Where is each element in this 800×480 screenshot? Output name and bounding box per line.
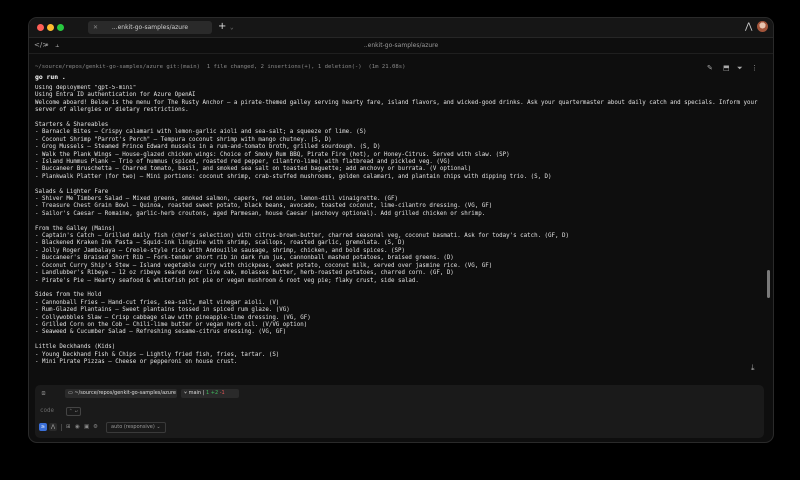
output-line: - Rum-Glazed Plantains — Sweet plantains… [35,307,290,314]
output-line: - Young Deckhand Fish & Chips — Lightly … [35,351,280,358]
new-tab-icon[interactable]: + [218,20,226,34]
divider [61,424,62,431]
output-line: - Buccaneer Bruschetta — Charred tomato,… [35,166,472,173]
terminal-mode-button[interactable]: ≥ [39,423,47,431]
diff-added-count: 1 +2 [205,390,219,396]
command-input-placeholder[interactable]: code [40,407,54,415]
git-branch-chip[interactable]: ⑂ main | 1 +2 -1 [181,389,239,398]
output-line: - Pirate's Pie — Hearty seafood & whitef… [35,277,419,284]
command-input-box[interactable]: ⊡ ▭ ~/source/repos/genkit-go-samples/azu… [35,385,764,438]
pin-icon[interactable]: ✎ [707,64,713,73]
directory-chip[interactable]: ▭ ~/source/repos/genkit-go-samples/azure [65,389,177,398]
output-line: - Blackened Kraken Ink Pasta — Squid-ink… [35,240,405,247]
tab-title: ...enkit-go-samples/azure [111,24,189,31]
block-header: ~/source/repos/genkit-go-samples/azure g… [35,64,406,70]
tab-menu-icon[interactable]: ⌄ [230,21,234,34]
bookmark-icon[interactable]: ⬒ [723,64,730,73]
block-command: go run . [35,73,66,81]
output-line: Using deployment "gpt-5-mini" [35,85,137,91]
output-line: - Landlubber's Ribeye — 12 oz ribeye sea… [35,270,454,277]
folder-icon: ▭ [68,390,73,396]
output-line: - Walk the Plank Wings — House-glazed ch… [35,151,510,158]
output-line: Salads & Lighter Fare [35,188,109,195]
output-line: - Treasure Chest Grain Bowl — Quinoa, ro… [35,203,493,210]
git-branch-name: main [188,390,202,396]
output-line: Starters & Shareables [35,122,109,129]
diff-separator: | [202,390,205,396]
title-bar: ✕ ...enkit-go-samples/azure + ⌄ ⋀ [29,18,773,38]
output-line: - Captain's Catch — Grilled daily fish (… [35,233,569,240]
output-line: - Mini Pirate Pizzas — Cheese or peppero… [35,358,238,365]
keyboard-hint: ⌃ ↵ [66,407,81,416]
git-branch-icon: ⑂ [184,390,188,396]
terminal-window: ✕ ...enkit-go-samples/azure + ⌄ ⋀ </> ⌕ … [28,17,774,443]
scroll-to-bottom-icon[interactable]: ⤓ [751,363,755,373]
output-line: Sides from the Hold [35,292,102,299]
output-line: - Coconut Curry Ship's Stew — Island veg… [35,262,493,269]
output-line: - Shiver Me Timbers Salad — Mixed greens… [35,196,398,203]
output-line: Using Entra ID authentication for Azure … [35,92,196,99]
output-line: - Sailor's Caesar — Romaine, garlic-herb… [35,210,486,217]
scrollbar-thumb[interactable] [767,270,770,298]
output-line: From the Galley (Mains) [35,225,116,232]
image-icon[interactable]: ▣ [84,423,89,431]
output-line: - Buccaneer's Braised Short Rib — Fork-t… [35,255,454,262]
model-select[interactable]: auto (responsive) ⌄ [106,422,166,433]
command-output: Using deployment "gpt-5-mini" Using Entra… [35,85,763,382]
output-line: Little Deckhands (Kids) [35,344,116,351]
agent-mode-button[interactable]: ⋀ [49,423,57,431]
mic-icon[interactable]: ◉ [75,423,80,431]
app-logo-icon[interactable]: ⋀ [745,21,752,34]
path-bar: </> ⌕ ⫠ ..enkit-go-samples/azure [29,38,773,54]
settings-icon[interactable]: ⚙ [93,423,98,431]
output-line: - Barnacle Bites — Crispy calamari with … [35,129,367,136]
tab-active[interactable]: ✕ ...enkit-go-samples/azure [88,21,212,34]
directory-chip-label: ~/source/repos/genkit-go-samples/azure [74,390,176,396]
filter-icon[interactable]: ⏷ [737,64,743,73]
output-line: - Coconut Shrimp "Parrot's Perch" — Temp… [35,136,332,143]
output-line: Welcome aboard! Below is the menu for Th… [35,99,761,114]
more-icon[interactable]: ⋮ [751,64,758,73]
output-line: - Seaweed & Cucumber Salad — Refreshing … [35,329,287,336]
close-window-button[interactable] [37,24,44,31]
attach-icon[interactable]: ⊞ [66,423,71,431]
chat-icon[interactable]: ⊡ [39,389,48,398]
chevron-down-icon: ⌄ [156,424,161,430]
output-line: - Cannonball Fries — Hand-cut fries, sea… [35,299,280,306]
output-line: - Collywobbles Slaw — Crisp cabbage slaw… [35,314,311,321]
output-line: - Grilled Corn on the Cob — Chili-lime b… [35,321,308,328]
output-line: - Plankwalk Platter (for two) — Mini por… [35,173,552,180]
model-select-label: auto (responsive) [111,424,155,430]
diff-removed-count: -1 [219,390,225,396]
path-title: ..enkit-go-samples/azure [363,42,439,49]
output-line: - Jolly Roger Jambalaya — Creole-style r… [35,247,405,254]
avatar[interactable] [757,21,768,32]
minimize-window-button[interactable] [47,24,54,31]
maximize-window-button[interactable] [57,24,64,31]
tab-close-icon[interactable]: ✕ [93,21,98,34]
output-line: - Island Hummus Plank — Trio of hummus (… [35,159,451,166]
output-line: - Grog Mussels — Steamed Prince Edward m… [35,144,381,151]
